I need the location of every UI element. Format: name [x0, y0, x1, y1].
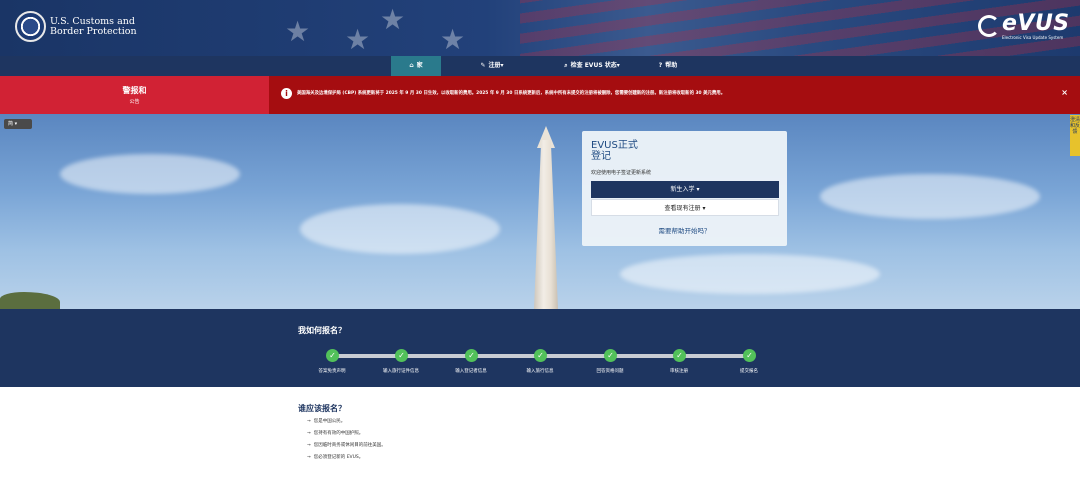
star-decoration: ★ [345, 23, 371, 56]
star-decoration: ★ [380, 3, 406, 36]
question-icon: ? [658, 62, 663, 69]
alert-title: 警报和 [122, 86, 147, 95]
evus-logo-text: eVUS [1002, 11, 1070, 36]
enrollment-steps: 我如何报名？ ✓ ✓ ✓ ✓ ✓ ✓ ✓ 答案免责声明 输入旅行证件信息 输入登… [0, 309, 1080, 387]
nav-check-status-label: 检查 EVUS 状态▾ [570, 62, 620, 69]
nav-help[interactable]: ? 帮助 [648, 56, 688, 76]
main-nav: ⌂ 家 ✎ 注册▾ ⌕ 检查 EVUS 状态▾ ? 帮助 [0, 56, 1080, 76]
close-icon[interactable]: × [1061, 88, 1068, 97]
new-enrollment-button[interactable]: 新生入学 ▾ [591, 181, 779, 198]
step-label: 答案免责声明 [318, 369, 346, 374]
star-decoration: ★ [440, 23, 466, 56]
list-item: → 您因临时商务或休闲目的前往美国。 [307, 442, 386, 448]
hero-banner [0, 114, 1080, 309]
list-item-text: 您必须登记新的 EVUS。 [313, 455, 364, 460]
card-title: EVUS正式 登记 [591, 140, 638, 162]
list-item: → 您持有有效的中国护照。 [307, 430, 363, 436]
info-icon: i [281, 88, 292, 99]
nav-home[interactable]: ⌂ 家 [391, 56, 441, 76]
alert-subtitle: 公告 [129, 99, 140, 105]
step-label: 回答资格问题 [596, 369, 624, 374]
nav-check-status[interactable]: ⌕ 检查 EVUS 状态▾ [552, 56, 632, 76]
language-selector[interactable]: 简 ▾ [4, 119, 32, 129]
pencil-icon: ✎ [480, 62, 486, 69]
arrow-right-icon: → [307, 455, 311, 460]
agency-name[interactable]: U.S. Customs and Border Protection [50, 17, 137, 37]
cloud-decoration [300, 204, 500, 254]
step-label: 提交报名 [740, 369, 758, 374]
star-decoration: ★ [285, 15, 311, 48]
view-existing-button[interactable]: 查看现有注册 ▾ [591, 199, 779, 216]
step-check-icon: ✓ [465, 349, 478, 362]
washington-monument-image [534, 140, 558, 309]
cloud-decoration [60, 154, 240, 194]
step-check-icon: ✓ [743, 349, 756, 362]
list-item: → 您是中国公民。 [307, 418, 345, 424]
step-check-icon: ✓ [604, 349, 617, 362]
arrow-right-icon: → [307, 443, 311, 448]
search-icon: ⌕ [564, 62, 568, 69]
who-should-enroll-title: 谁应该报名？ [298, 404, 346, 413]
card-title-line2: 登记 [591, 151, 611, 162]
trees-decoration [0, 292, 60, 309]
evus-mark-icon [978, 15, 1000, 37]
site-header: ★ ★ ★ ★ U.S. Customs and Border Protecti… [0, 0, 1080, 56]
step-label: 输入登记者信息 [455, 369, 487, 374]
alert-banner: i 美国海关及边境保护局 (CBP) 系统更新将于 2025 年 9 月 30 … [269, 76, 1080, 114]
nav-register-label: 注册▾ [488, 62, 504, 69]
cloud-decoration [820, 174, 1040, 219]
list-item-text: 您因临时商务或休闲目的前往美国。 [313, 443, 386, 448]
step-label: 审核注册 [670, 369, 688, 374]
list-item: → 您必须登记新的 EVUS。 [307, 454, 363, 460]
nav-help-label: 帮助 [665, 62, 678, 69]
list-item-text: 您是中国公民。 [313, 419, 346, 424]
step-label: 输入旅行证件信息 [383, 369, 419, 374]
step-check-icon: ✓ [673, 349, 686, 362]
nav-home-label: 家 [416, 62, 423, 69]
step-check-icon: ✓ [326, 349, 339, 362]
step-check-icon: ✓ [534, 349, 547, 362]
evus-logo[interactable]: eVUS Electronic Visa Update System [978, 11, 1070, 43]
feedback-tab[interactable]: 澄清和反馈 [1070, 115, 1080, 156]
arrow-right-icon: → [307, 419, 311, 424]
cloud-decoration [620, 254, 880, 294]
step-label: 输入旅行信息 [526, 369, 554, 374]
cbp-seal-logo[interactable] [15, 11, 46, 42]
nav-register[interactable]: ✎ 注册▾ [462, 56, 522, 76]
agency-name-line2: Border Protection [50, 26, 137, 37]
help-link[interactable]: 需要帮助开始吗？ [582, 225, 787, 235]
card-welcome-text: 欢迎使用电子签证更新系统 [591, 170, 652, 176]
step-check-icon: ✓ [395, 349, 408, 362]
home-icon: ⌂ [409, 62, 414, 69]
evus-logo-subtitle: Electronic Visa Update System [1002, 35, 1064, 40]
alert-message: 美国海关及边境保护局 (CBP) 系统更新将于 2025 年 9 月 30 日生… [297, 91, 726, 96]
alert-heading: 警报和 公告 [0, 76, 269, 114]
registration-card: EVUS正式 登记 欢迎使用电子签证更新系统 新生入学 ▾ 查看现有注册 ▾ 需… [582, 131, 787, 246]
arrow-right-icon: → [307, 431, 311, 436]
card-title-line1: EVUS正式 [591, 140, 638, 151]
steps-title: 我如何报名？ [298, 326, 346, 335]
list-item-text: 您持有有效的中国护照。 [313, 431, 364, 436]
